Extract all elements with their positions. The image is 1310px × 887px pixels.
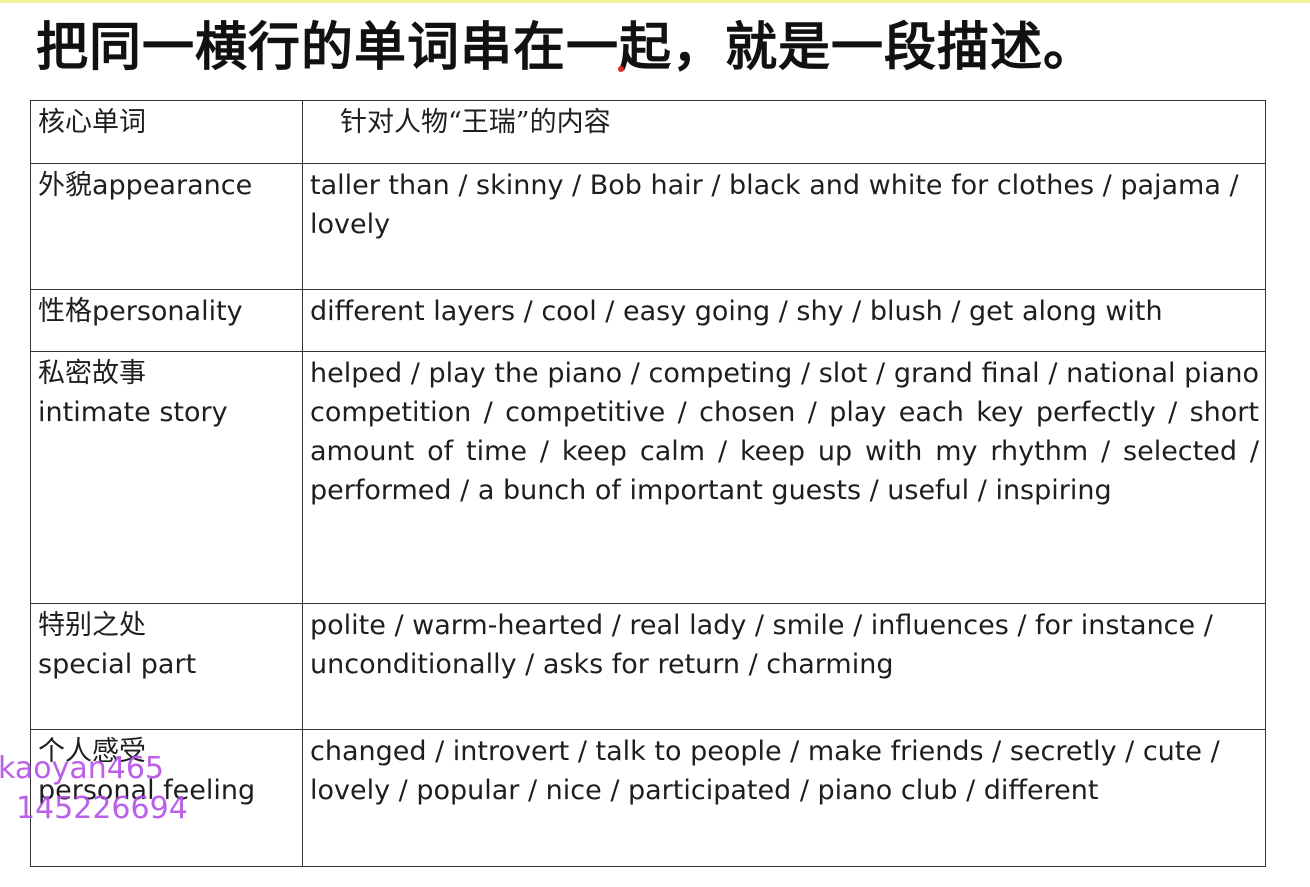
row-content-cell: different layers / cool / easy going / s… <box>302 289 1266 352</box>
row-key-zh: 特别之处 <box>38 610 146 641</box>
red-dot-mark <box>618 66 624 72</box>
row-key-cell: 性格personality <box>30 289 303 352</box>
row-key-cell: 私密故事 intimate story <box>30 351 303 604</box>
header-content-text: 针对人物“王瑞”的内容 <box>340 107 611 138</box>
row-key-zh: 私密故事 <box>38 358 146 389</box>
row-key-zh: 性格 <box>38 296 92 327</box>
row-key-en: personality <box>92 296 243 327</box>
watermark-line-1: kaoyan465 <box>0 751 164 786</box>
row-key-en: appearance <box>92 170 253 201</box>
row-content-cell: helped / play the piano / competing / sl… <box>302 351 1266 604</box>
row-key-en: special part <box>38 649 197 680</box>
table-row-appearance: 外貌appearance taller than / skinny / Bob … <box>30 163 1266 290</box>
vocabulary-table: 核心单词 针对人物“王瑞”的内容 外貌appearance taller tha… <box>30 100 1266 867</box>
table-row-intimate-story: 私密故事 intimate story helped / play the pia… <box>30 351 1266 604</box>
table-row-personal-feeling: 个人感受 personal feeling changed / introvert… <box>30 729 1266 867</box>
header-key-cell: 核心单词 <box>30 100 303 164</box>
table-row-personality: 性格personality different layers / cool / … <box>30 289 1266 352</box>
watermark-line-2: 145226694 <box>16 791 188 826</box>
row-key-cell: 外貌appearance <box>30 163 303 290</box>
slide-title: 把同一横行的单词串在一起，就是一段描述。 <box>36 18 1097 78</box>
row-key-cell: 特别之处 special part <box>30 603 303 730</box>
header-content-cell: 针对人物“王瑞”的内容 <box>302 100 1266 164</box>
row-key-en: intimate story <box>38 397 228 428</box>
table-row-special-part: 特别之处 special part polite / warm-hearted /… <box>30 603 1266 730</box>
row-content-cell: taller than / skinny / Bob hair / black … <box>302 163 1266 290</box>
table-header-row: 核心单词 针对人物“王瑞”的内容 <box>30 100 1266 164</box>
row-content-cell: changed / introvert / talk to people / m… <box>302 729 1266 867</box>
top-accent-line <box>0 0 1310 3</box>
row-key-zh: 外貌 <box>38 170 92 201</box>
row-content-cell: polite / warm-hearted / real lady / smil… <box>302 603 1266 730</box>
